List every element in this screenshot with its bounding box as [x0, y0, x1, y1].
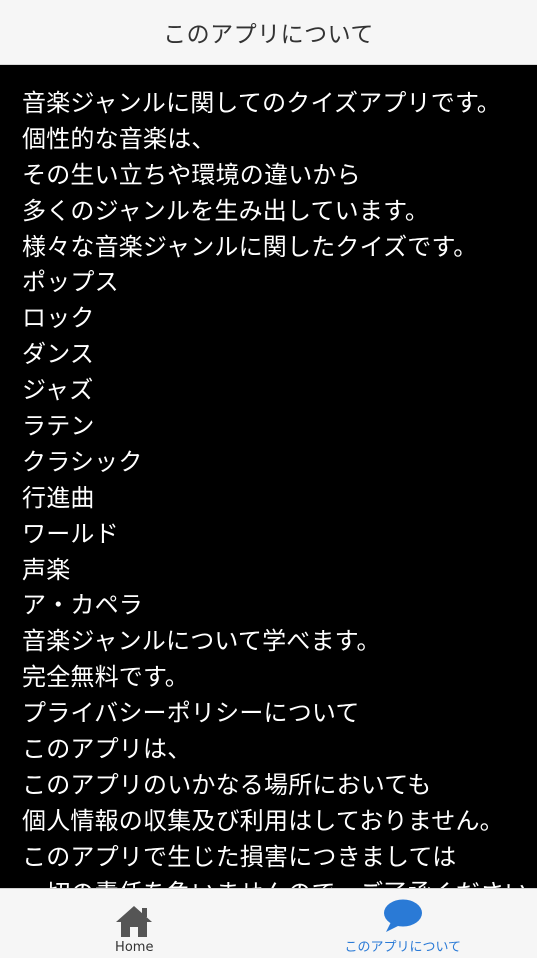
text-line: 一切の責任を負いませんので、ご了承ください。 [22, 876, 537, 888]
text-line: ダンス [22, 340, 95, 369]
text-line: 個性的な音楽は、 [22, 124, 216, 153]
page-title: このアプリについて [163, 22, 374, 48]
text-line: ア・カペラ [22, 591, 143, 620]
text-line: プライバシーポリシーについて [22, 699, 360, 728]
text-line: このアプリのいかなる場所においても [22, 770, 432, 799]
text-line: その生い立ちや環境の違いから [22, 160, 361, 189]
text-line: ロック [22, 304, 95, 333]
text-line: 音楽ジャンルについて学べます。 [22, 627, 381, 656]
text-line: 多くのジャンルを生み出しています。 [22, 196, 430, 225]
text-line: このアプリは、 [22, 735, 192, 764]
tab-home-label: Home [115, 940, 154, 955]
text-line: ワールド [22, 519, 119, 548]
about-content[interactable]: 音楽ジャンルに関してのクイズアプリです。 個性的な音楽は、 その生い立ちや環境の… [0, 65, 537, 888]
text-line: ポップス [22, 268, 119, 297]
text-line: クラシック [22, 447, 143, 476]
about-text: 音楽ジャンルに関してのクイズアプリです。 個性的な音楽は、 その生い立ちや環境の… [22, 86, 537, 888]
home-icon [116, 906, 153, 937]
text-line: ジャズ [22, 376, 94, 405]
app-header: このアプリについて [0, 0, 537, 65]
text-line: このアプリで生じた損害につきましては [22, 842, 457, 871]
bottom-strip [0, 958, 537, 963]
text-line: 様々な音楽ジャンルに関したクイズです。 [22, 232, 478, 261]
text-line: 声楽 [22, 555, 71, 584]
tab-about-label: このアプリについて [344, 940, 462, 955]
text-line: 完全無料です。 [22, 663, 189, 692]
tab-home[interactable]: Home [0, 889, 269, 963]
text-line: 音楽ジャンルに関してのクイズアプリです。 [22, 89, 501, 117]
tab-about[interactable]: このアプリについて [269, 889, 537, 963]
app-screen: このアプリについて 音楽ジャンルに関してのクイズアプリです。 個性的な音楽は、 … [0, 0, 537, 963]
text-line: ラテン [22, 412, 95, 441]
text-line: 個人情報の収集及び利用はしておりません。 [22, 806, 504, 835]
chat-bubble-icon [383, 899, 422, 932]
text-line: 行進曲 [22, 483, 95, 512]
bottom-nav: Home このアプリについて [0, 888, 537, 963]
